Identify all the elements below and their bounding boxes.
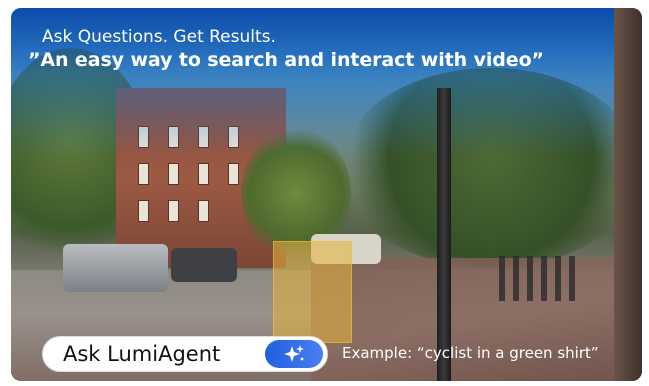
parked-suv	[171, 248, 237, 282]
example-query: Example: “cyclist in a green shirt”	[342, 344, 599, 362]
headline-quote: ”An easy way to search and interact with…	[28, 49, 544, 71]
ask-lumiagent-button[interactable]: Ask LumiAgent	[42, 336, 328, 372]
street-lamp-pole	[437, 88, 451, 381]
sparkle-action-button[interactable]	[265, 340, 323, 368]
parked-truck	[63, 244, 168, 292]
brick-sidewalk	[311, 258, 642, 381]
tagline: Ask Questions. Get Results.	[42, 27, 276, 47]
sparkle-icon	[284, 345, 304, 362]
ask-lumiagent-label: Ask LumiAgent	[63, 342, 221, 366]
detection-highlight-box	[273, 241, 352, 343]
picnic-tables	[499, 256, 579, 301]
